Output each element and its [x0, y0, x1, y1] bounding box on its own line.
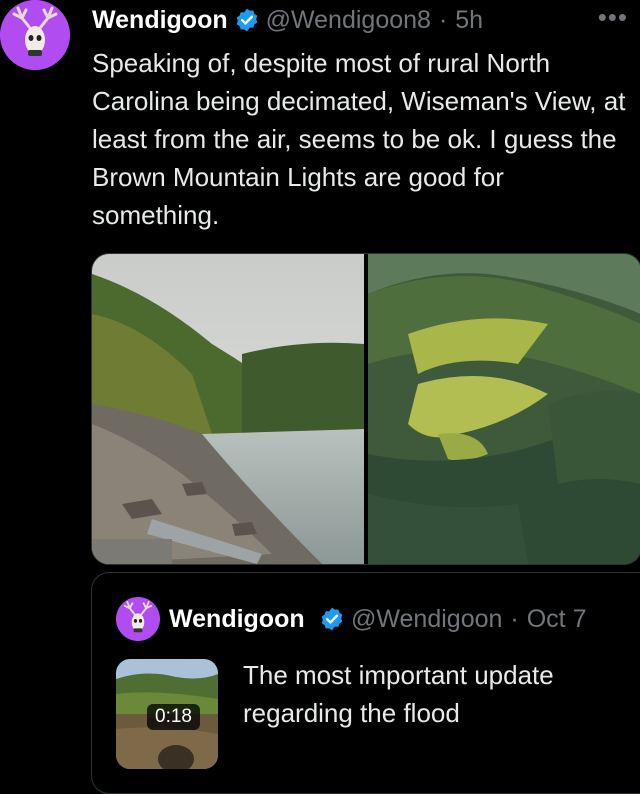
tweet-time[interactable]: 5h: [455, 6, 483, 35]
tweet-header: Wendigoon @Wendigoon8 · 5h: [92, 2, 483, 38]
video-thumbnail[interactable]: 0:18: [116, 659, 218, 769]
quoted-author-avatar[interactable]: [116, 597, 160, 641]
quoted-tweet-header: Wendigoon @Wendigoon · Oct 7: [169, 601, 586, 637]
separator-dot: ·: [438, 5, 448, 34]
verified-badge-icon: [319, 606, 345, 632]
quoted-tweet-date[interactable]: Oct 7: [527, 605, 587, 634]
quoted-author-handle[interactable]: @Wendigoon: [351, 605, 502, 634]
river-flood-photo[interactable]: [92, 254, 364, 564]
separator-dot: ·: [510, 604, 519, 633]
quoted-author-name[interactable]: Wendigoon: [169, 605, 319, 634]
mountain-aerial-photo[interactable]: [368, 254, 640, 564]
more-options-icon[interactable]: •••: [598, 2, 628, 33]
author-name[interactable]: Wendigoon: [92, 6, 228, 35]
author-avatar[interactable]: [0, 0, 70, 70]
tweet-media: [91, 253, 640, 565]
deer-skull-avatar-icon: [0, 0, 70, 70]
video-duration: 0:18: [147, 704, 200, 730]
quoted-tweet-text: The most important update regarding the …: [243, 660, 554, 728]
tweet-text: Speaking of, despite most of rural North…: [92, 48, 626, 230]
verified-badge-icon: [234, 7, 260, 33]
author-handle[interactable]: @Wendigoon8: [266, 6, 431, 35]
deer-skull-avatar-icon: [116, 597, 160, 641]
quoted-tweet[interactable]: Wendigoon @Wendigoon · Oct 7 0:18 The mo…: [91, 572, 640, 794]
